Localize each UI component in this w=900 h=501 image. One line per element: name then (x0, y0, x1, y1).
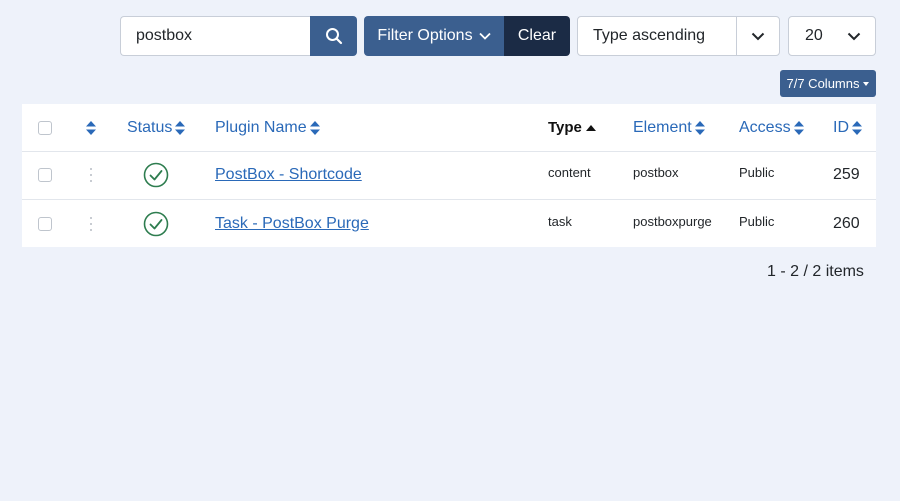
sort-select-caret[interactable] (736, 17, 779, 55)
caret-down-icon (863, 82, 870, 86)
drag-handle-icon[interactable] (89, 168, 93, 182)
th-status-label: Status (127, 118, 173, 136)
chevron-down-icon (751, 32, 765, 40)
row-checkbox[interactable] (38, 168, 52, 182)
sort-icon (175, 120, 186, 135)
filter-options-label: Filter Options (377, 27, 473, 44)
plugin-id: 260 (833, 214, 860, 232)
row-checkbox[interactable] (38, 216, 52, 231)
sort-icon (852, 120, 862, 135)
pagination-summary: 1 - 2 / 2 items (767, 263, 864, 280)
ordering-sort-icon[interactable] (86, 120, 96, 135)
drag-handle-icon[interactable] (89, 216, 93, 231)
table-header-row: Status Plugin Name Type Element Access I… (22, 104, 876, 152)
limit-select-caret[interactable] (833, 17, 875, 55)
chevron-down-icon (847, 32, 861, 40)
plugin-id: 259 (833, 166, 860, 183)
filter-group: Filter Options Clear (364, 16, 570, 56)
plugin-type: task (548, 214, 572, 229)
chevron-down-icon (478, 32, 491, 40)
th-element[interactable]: Element (633, 119, 705, 137)
search-button[interactable] (310, 16, 357, 56)
plugin-name-link[interactable]: PostBox - Shortcode (215, 166, 362, 184)
plugin-type: content (548, 165, 591, 180)
th-status[interactable]: Status (127, 118, 186, 137)
plugin-element: postbox (633, 165, 679, 180)
sort-icon (793, 120, 804, 135)
search-group (120, 16, 357, 56)
limit-select[interactable]: 20 (788, 16, 876, 56)
plugin-name-link[interactable]: Task - PostBox Purge (215, 215, 369, 233)
th-id[interactable]: ID (833, 119, 862, 137)
plugin-element: postboxpurge (633, 214, 712, 229)
sort-select[interactable]: Type ascending (577, 16, 780, 56)
clear-button[interactable]: Clear (504, 16, 570, 56)
th-type[interactable]: Type (548, 119, 596, 136)
th-plugin-name[interactable]: Plugin Name (215, 119, 320, 137)
select-all-checkbox[interactable] (38, 120, 52, 135)
plugins-table: Status Plugin Name Type Element Access I… (22, 104, 876, 247)
table-row: Task - PostBox Purge task postboxpurge P… (22, 200, 876, 247)
check-circle-icon[interactable] (143, 211, 169, 237)
plugin-access: Public (739, 165, 775, 180)
limit-select-value: 20 (805, 27, 823, 44)
th-type-label: Type (548, 119, 582, 136)
th-id-label: ID (833, 118, 849, 136)
check-circle-icon[interactable] (143, 162, 169, 188)
th-access-label: Access (739, 118, 791, 136)
sort-asc-icon (585, 124, 596, 131)
th-access[interactable]: Access (739, 119, 804, 137)
search-icon (325, 28, 342, 45)
filter-options-button[interactable]: Filter Options (364, 16, 504, 56)
th-plugin-name-label: Plugin Name (215, 118, 307, 136)
sort-icon (694, 120, 705, 135)
table-row: PostBox - Shortcode content postbox Publ… (22, 151, 876, 200)
plugin-access: Public (739, 214, 775, 229)
sort-icon (309, 120, 320, 135)
sort-select-value: Type ascending (593, 27, 706, 44)
th-element-label: Element (633, 118, 692, 136)
columns-button-label: 7/7 Columns (786, 76, 860, 91)
columns-button[interactable]: 7/7 Columns (780, 70, 876, 97)
search-input[interactable] (120, 16, 310, 56)
